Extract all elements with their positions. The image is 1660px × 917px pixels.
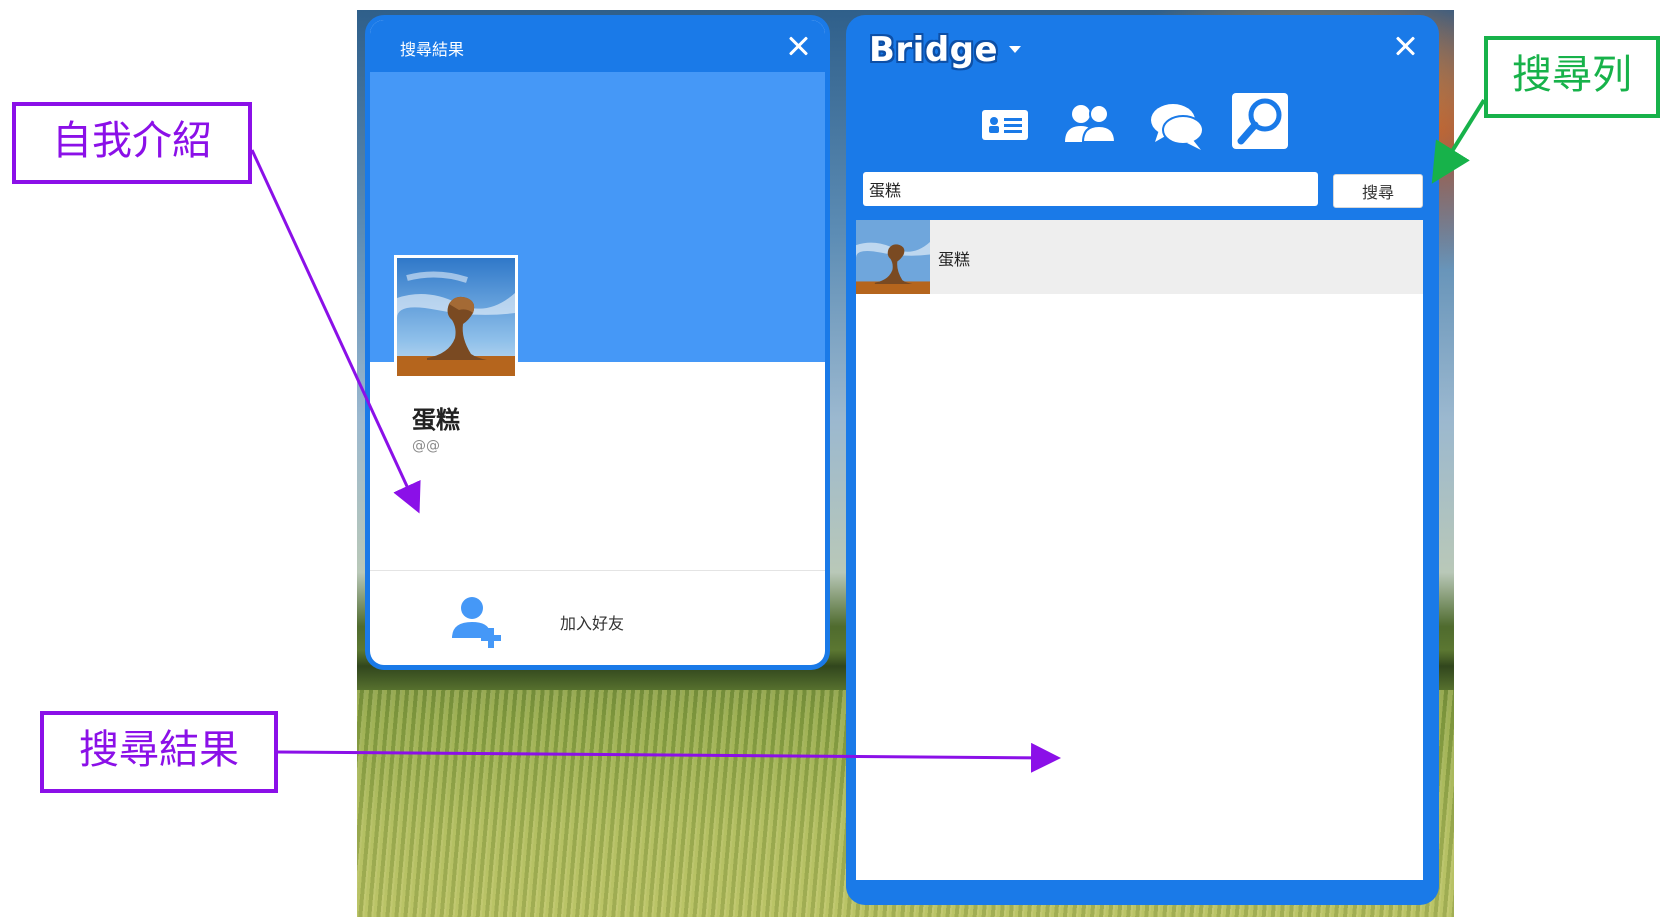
contact-card-icon[interactable] — [979, 94, 1031, 156]
chevron-down-icon[interactable] — [1009, 46, 1021, 53]
annotation-search-bar: 搜尋列 — [1484, 36, 1660, 118]
list-item[interactable]: 蛋糕 — [856, 220, 1423, 294]
profile-window-title: 搜尋結果 — [400, 40, 465, 59]
add-friend-icon[interactable] — [448, 592, 506, 650]
queen-head-rock-photo — [856, 220, 930, 294]
bridge-window: Bridge 搜尋 — [851, 20, 1434, 900]
search-button[interactable]: 搜尋 — [1333, 174, 1423, 208]
search-input[interactable] — [863, 172, 1318, 206]
profile-window: 搜尋結果 蛋糕 @@ 加入好友 — [370, 20, 825, 665]
avatar — [394, 255, 518, 379]
close-icon[interactable] — [1392, 33, 1418, 59]
profile-handle: @@ — [412, 438, 440, 454]
annotation-self-intro: 自我介紹 — [12, 102, 252, 184]
annotation-search-results: 搜尋結果 — [40, 711, 278, 793]
bridge-logo: Bridge — [869, 30, 999, 70]
friends-icon[interactable] — [1061, 94, 1119, 156]
search-icon[interactable] — [1229, 90, 1291, 152]
avatar — [856, 220, 930, 294]
profile-divider — [370, 570, 825, 571]
result-name: 蛋糕 — [938, 250, 971, 269]
queen-head-rock-photo — [397, 258, 515, 376]
add-friend-button[interactable]: 加入好友 — [560, 610, 624, 634]
chat-icon[interactable] — [1147, 94, 1207, 156]
profile-titlebar: 搜尋結果 — [370, 20, 825, 72]
profile-name: 蛋糕 — [412, 406, 460, 434]
search-results-list: 蛋糕 — [856, 220, 1423, 880]
close-icon[interactable] — [785, 33, 811, 59]
